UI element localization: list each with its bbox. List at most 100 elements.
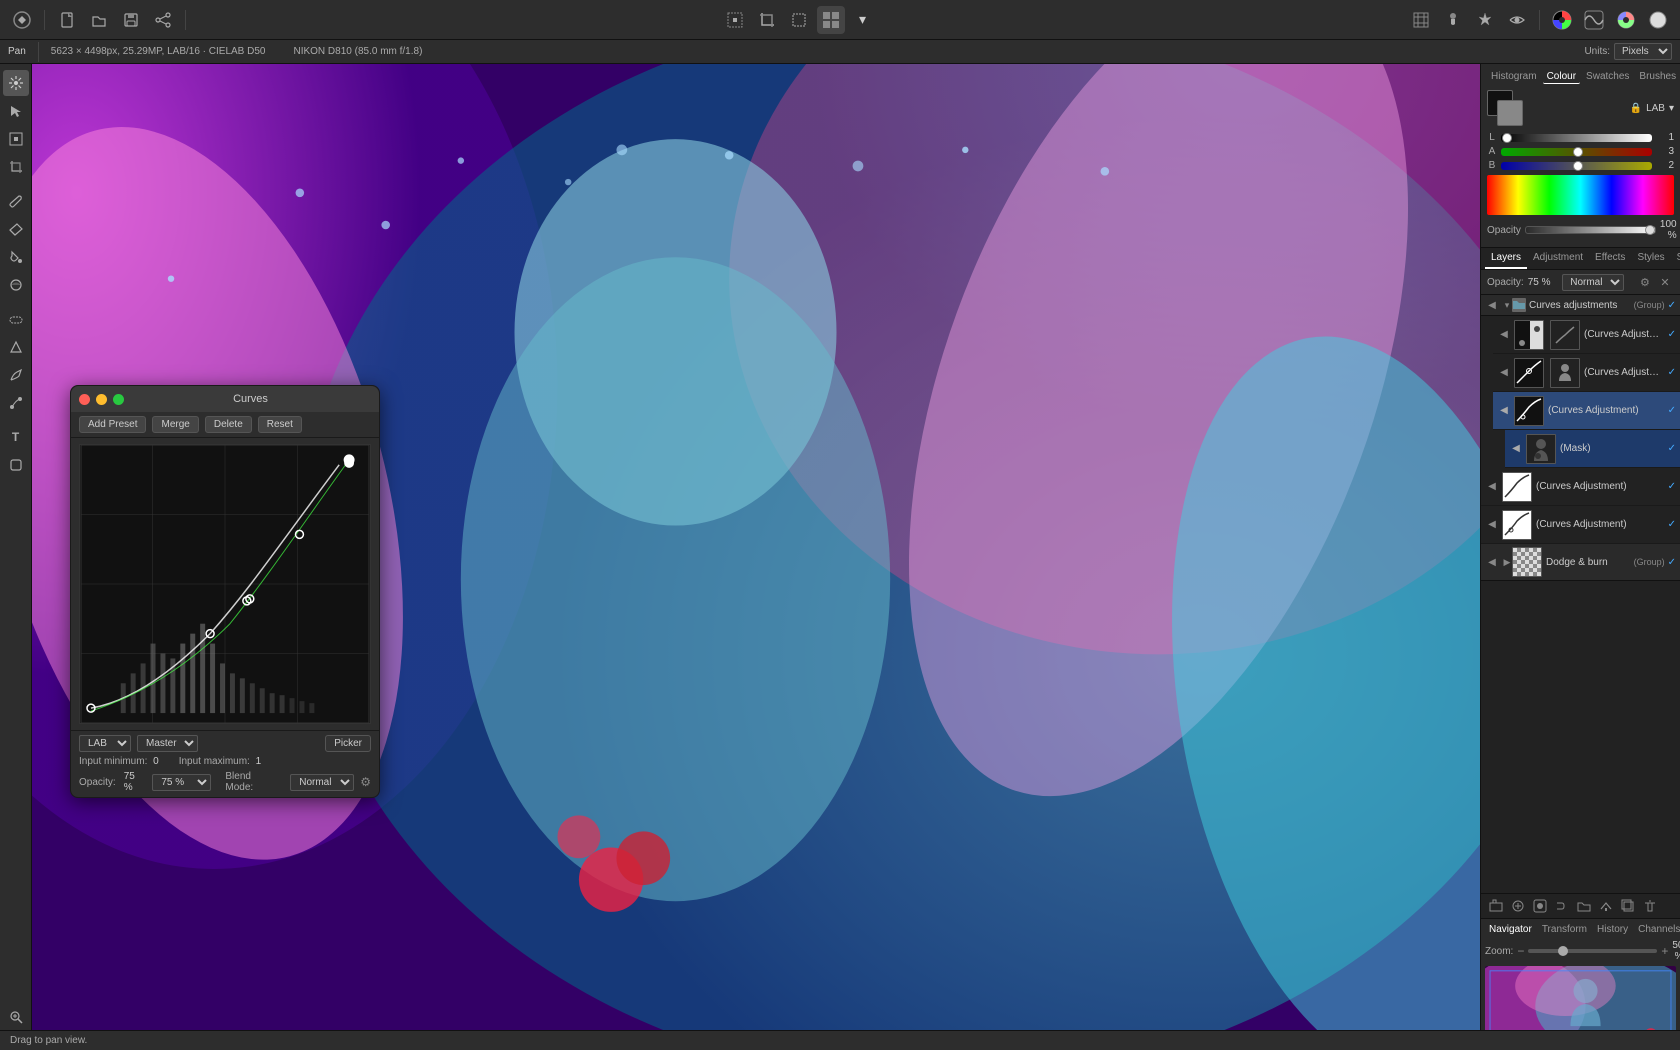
tab-brushes[interactable]: Brushes bbox=[1635, 70, 1680, 84]
units-select[interactable]: Pixels Inches cm bbox=[1614, 43, 1672, 60]
curves-graph[interactable] bbox=[79, 444, 371, 724]
duplicate-layer-btn[interactable] bbox=[1619, 897, 1637, 915]
layer-check-1[interactable]: ✓ bbox=[1668, 329, 1676, 340]
layer-group-dodge[interactable]: ◀ ▶ Dodge & burn (Group) ✓ bbox=[1481, 544, 1680, 581]
add-adjustment-btn[interactable] bbox=[1509, 897, 1527, 915]
tab-histogram[interactable]: Histogram bbox=[1487, 70, 1541, 84]
layer-item-mask[interactable]: ◀ (Mask) ✓ bbox=[1505, 430, 1680, 468]
add-mask-btn[interactable] bbox=[1531, 897, 1549, 915]
tab-styles[interactable]: Styles bbox=[1631, 248, 1670, 269]
layer-vis-5[interactable]: ◀ bbox=[1485, 518, 1499, 532]
maximize-button[interactable] bbox=[113, 394, 124, 405]
tab-colour[interactable]: Colour bbox=[1543, 70, 1580, 84]
node-tool[interactable] bbox=[3, 390, 29, 416]
dodge-burn-tool[interactable] bbox=[3, 272, 29, 298]
opacity-slider[interactable] bbox=[1525, 226, 1656, 234]
transform-tool[interactable] bbox=[3, 126, 29, 152]
tab-channels[interactable]: Channels bbox=[1634, 923, 1680, 936]
add-pixel-layer-btn[interactable] bbox=[1487, 897, 1505, 915]
view-mode-dropdown[interactable]: ▾ bbox=[849, 6, 877, 34]
background-colour[interactable] bbox=[1497, 100, 1523, 126]
grid-btn[interactable] bbox=[1407, 6, 1435, 34]
tones-btn[interactable] bbox=[1580, 6, 1608, 34]
curves-channel-select[interactable]: LAB RGB bbox=[79, 735, 131, 752]
reset-button[interactable]: Reset bbox=[258, 416, 302, 433]
select-tool[interactable] bbox=[3, 98, 29, 124]
tab-navigator[interactable]: Navigator bbox=[1485, 923, 1536, 936]
a-slider[interactable] bbox=[1501, 148, 1652, 156]
add-preset-button[interactable]: Add Preset bbox=[79, 416, 146, 433]
transform-mode-btn[interactable] bbox=[721, 6, 749, 34]
crop-tool[interactable] bbox=[3, 154, 29, 180]
colour-swatch-pair[interactable] bbox=[1487, 90, 1523, 126]
tab-stock[interactable]: Stock bbox=[1671, 248, 1680, 269]
eraser-tool[interactable] bbox=[3, 216, 29, 242]
colour-wheel-btn[interactable] bbox=[1548, 6, 1576, 34]
layers-blend-select[interactable]: Normal Multiply Screen bbox=[1562, 274, 1624, 291]
minimize-button[interactable] bbox=[96, 394, 107, 405]
tab-swatches[interactable]: Swatches bbox=[1582, 70, 1633, 84]
tab-layers[interactable]: Layers bbox=[1485, 248, 1527, 269]
layer-group-curves[interactable]: ◀ ▾ Curves adjustments (Group) ✓ bbox=[1481, 295, 1680, 316]
shape-tool[interactable] bbox=[3, 452, 29, 478]
white-circle-btn[interactable] bbox=[1644, 6, 1672, 34]
save-btn[interactable] bbox=[117, 6, 145, 34]
close-button[interactable] bbox=[79, 394, 90, 405]
fill-tool[interactable] bbox=[3, 244, 29, 270]
view-mode-btn[interactable] bbox=[817, 6, 845, 34]
layer-item-curves-5[interactable]: ◀ (Curves Adjustment) ✓ bbox=[1481, 506, 1680, 544]
eye-btn[interactable] bbox=[1503, 6, 1531, 34]
layer-vis-mask[interactable]: ◀ bbox=[1509, 442, 1523, 456]
share-btn[interactable] bbox=[149, 6, 177, 34]
layer-expand-dodge[interactable]: ▶ bbox=[1502, 557, 1512, 567]
tab-effects[interactable]: Effects bbox=[1589, 248, 1631, 269]
curves-picker-button[interactable]: Picker bbox=[325, 735, 371, 752]
layer-vis-1[interactable]: ◀ bbox=[1497, 328, 1511, 342]
tab-history[interactable]: History bbox=[1593, 923, 1632, 936]
layer-vis-4[interactable]: ◀ bbox=[1485, 480, 1499, 494]
crop-mode-btn[interactable] bbox=[753, 6, 781, 34]
tab-transform[interactable]: Transform bbox=[1538, 923, 1591, 936]
layer-item-curves-1[interactable]: ◀ (Curves Adjustm... ✓ bbox=[1493, 316, 1680, 354]
l-slider[interactable] bbox=[1501, 134, 1652, 142]
layer-item-curves-2[interactable]: ◀ (Curves Adjustm... bbox=[1493, 354, 1680, 392]
curves-curve-select[interactable]: Master Red Green Blue bbox=[137, 735, 198, 752]
curves-opacity-select[interactable]: 75 % 100 % 50 % bbox=[152, 774, 211, 791]
pan-tool[interactable] bbox=[3, 70, 29, 96]
layer-vis-2[interactable]: ◀ bbox=[1497, 366, 1511, 380]
layer-item-curves-4[interactable]: ◀ (Curves Adjustment) ✓ bbox=[1481, 468, 1680, 506]
tab-adjustment[interactable]: Adjustment bbox=[1527, 248, 1589, 269]
selection-brush-tool[interactable] bbox=[3, 306, 29, 332]
layer-check-3[interactable]: ✓ bbox=[1668, 405, 1676, 416]
text-tool[interactable]: T bbox=[3, 424, 29, 450]
hsl-btn[interactable] bbox=[1612, 6, 1640, 34]
layer-check-4[interactable]: ✓ bbox=[1668, 481, 1676, 492]
zoom-tool[interactable] bbox=[3, 1004, 29, 1030]
layer-item-curves-3[interactable]: ◀ (Curves Adjustment) ✓ bbox=[1493, 392, 1680, 430]
open-file-btn[interactable] bbox=[85, 6, 113, 34]
curves-gear-button[interactable]: ⚙ bbox=[360, 775, 371, 789]
layer-check-mask[interactable]: ✓ bbox=[1668, 443, 1676, 454]
paint-brush-tool[interactable] bbox=[3, 188, 29, 214]
colour-spectrum[interactable] bbox=[1487, 175, 1674, 215]
layer-expand-curves[interactable]: ▾ bbox=[1502, 300, 1512, 310]
layer-vis-3[interactable]: ◀ bbox=[1497, 404, 1511, 418]
mask-options-btn[interactable] bbox=[1553, 897, 1571, 915]
layer-check-dodge[interactable]: ✓ bbox=[1668, 557, 1676, 568]
brush-tool-btn[interactable] bbox=[1439, 6, 1467, 34]
selection-mode-btn[interactable] bbox=[785, 6, 813, 34]
new-file-btn[interactable] bbox=[53, 6, 81, 34]
colour-mode-dropdown[interactable]: ▾ bbox=[1669, 103, 1674, 114]
layer-vis-curves-group[interactable]: ◀ bbox=[1485, 298, 1499, 312]
layers-settings-btn[interactable]: ⚙ bbox=[1636, 273, 1654, 291]
layer-check-curves-group[interactable]: ✓ bbox=[1668, 300, 1676, 311]
pen-tool[interactable] bbox=[3, 362, 29, 388]
zoom-plus-btn[interactable]: + bbox=[1661, 944, 1668, 958]
vector-tool[interactable] bbox=[3, 334, 29, 360]
zoom-slider[interactable] bbox=[1528, 949, 1657, 953]
move-up-btn[interactable] bbox=[1597, 897, 1615, 915]
zoom-minus-btn[interactable]: − bbox=[1517, 944, 1524, 958]
delete-layer-btn[interactable] bbox=[1641, 897, 1659, 915]
delete-button[interactable]: Delete bbox=[205, 416, 252, 433]
layers-more-btn[interactable]: ✕ bbox=[1656, 273, 1674, 291]
